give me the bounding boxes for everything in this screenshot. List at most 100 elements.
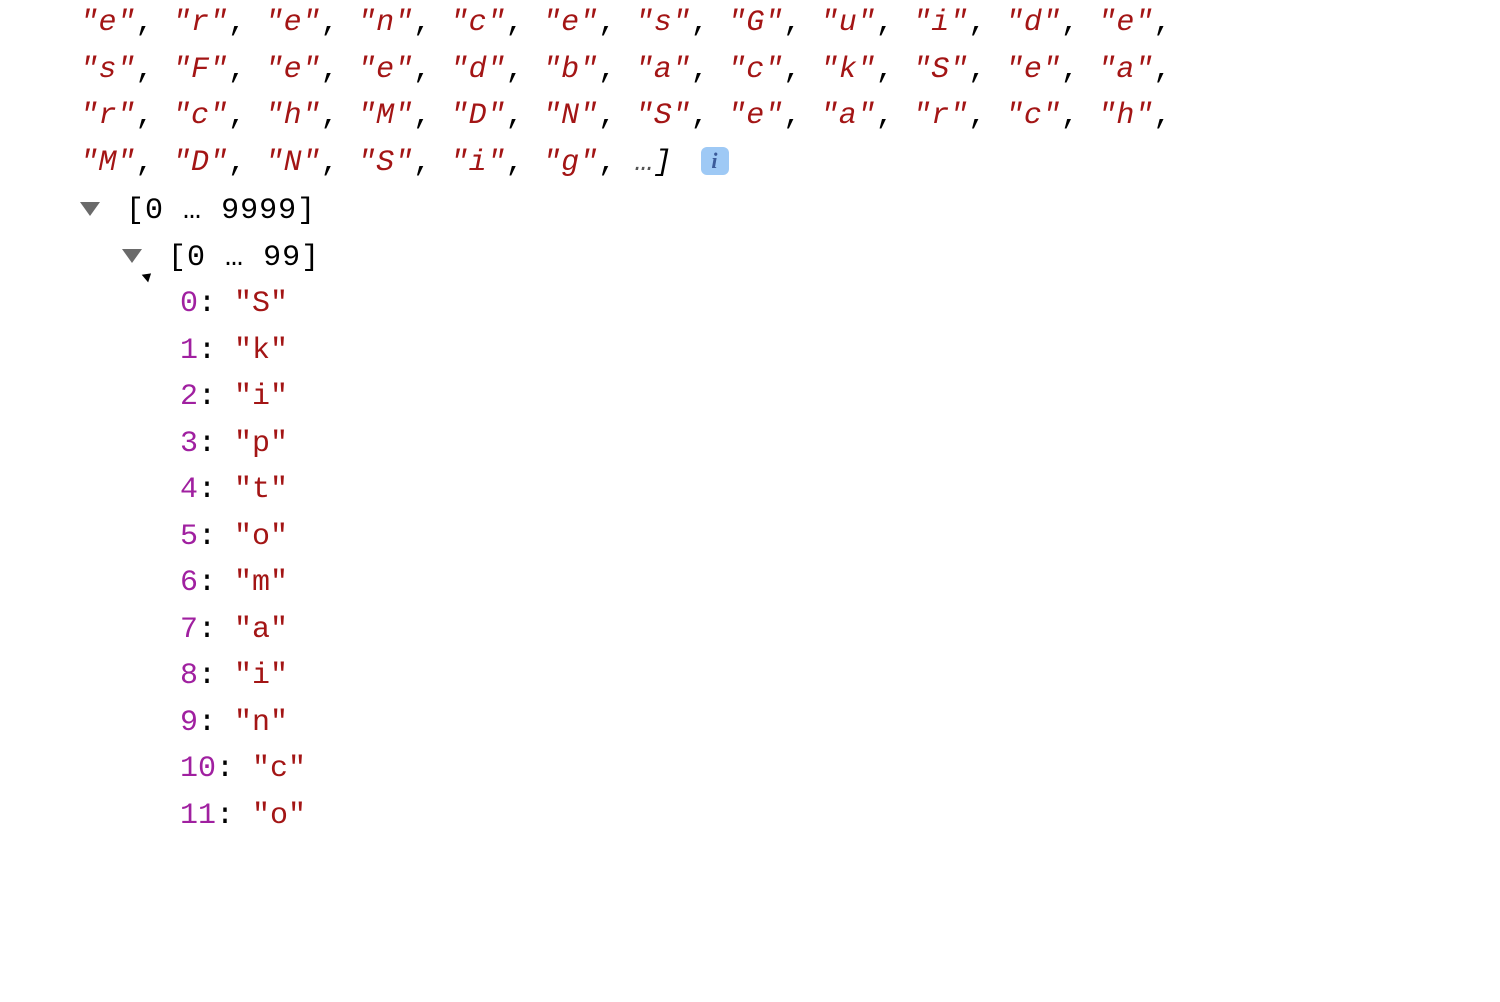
array-entry[interactable]: 5: "o" (180, 514, 1500, 561)
char-token: "D" (450, 99, 506, 133)
char-token: "e" (358, 53, 414, 87)
chevron-down-icon[interactable] (122, 249, 142, 263)
array-entry[interactable]: 6: "m" (180, 560, 1500, 607)
char-token: "e" (1005, 53, 1061, 87)
char-token: "r" (173, 6, 229, 40)
entry-value: "t" (234, 473, 288, 507)
entry-index: 7 (180, 613, 198, 647)
char-token: "u" (820, 6, 876, 40)
char-token: "D" (173, 146, 229, 180)
comma: , (598, 99, 635, 133)
char-token: "N" (543, 99, 599, 133)
colon: : (198, 427, 234, 461)
colon: : (198, 566, 234, 600)
comma: , (321, 53, 358, 87)
ellipsis: … (635, 146, 654, 180)
comma: , (783, 6, 820, 40)
array-entry[interactable]: 8: "i" (180, 653, 1500, 700)
info-icon[interactable]: i (701, 147, 729, 175)
preview-line: "M", "D", "N", "S", "i", "g", …] i (80, 140, 1500, 187)
comma: , (1153, 99, 1172, 133)
entry-index: 2 (180, 380, 198, 414)
comma: , (136, 146, 173, 180)
array-entry[interactable]: 11: "o" (180, 793, 1500, 840)
char-token: "b" (543, 53, 599, 87)
comma: , (506, 146, 543, 180)
comma: , (876, 6, 913, 40)
entry-index: 6 (180, 566, 198, 600)
char-token: "c" (450, 6, 506, 40)
char-token: "n" (358, 6, 414, 40)
entry-index: 8 (180, 659, 198, 693)
comma: , (1061, 6, 1098, 40)
comma: , (1061, 99, 1098, 133)
comma: , (876, 99, 913, 133)
entry-index: 0 (180, 287, 198, 321)
comma: , (968, 6, 1005, 40)
comma: , (968, 99, 1005, 133)
preview-line: "e", "r", "e", "n", "c", "e", "s", "G", … (80, 0, 1500, 47)
array-entry[interactable]: 1: "k" (180, 328, 1500, 375)
char-token: "i" (913, 6, 969, 40)
char-token: "c" (728, 53, 784, 87)
array-entry[interactable]: 7: "a" (180, 607, 1500, 654)
char-token: "M" (358, 99, 414, 133)
comma: , (506, 6, 543, 40)
preview-line: "r", "c", "h", "M", "D", "N", "S", "e", … (80, 93, 1500, 140)
comma: , (413, 53, 450, 87)
comma: , (136, 99, 173, 133)
entry-value: "i" (234, 659, 288, 693)
char-token: "d" (450, 53, 506, 87)
comma: , (413, 146, 450, 180)
comma: , (413, 6, 450, 40)
char-token: "r" (913, 99, 969, 133)
colon: : (198, 520, 234, 554)
comma: , (598, 6, 635, 40)
comma: , (1061, 53, 1098, 87)
entry-index: 4 (180, 473, 198, 507)
chevron-down-icon[interactable] (80, 202, 100, 216)
comma: , (136, 6, 173, 40)
char-token: "e" (543, 6, 599, 40)
colon: : (198, 613, 234, 647)
comma: , (1153, 53, 1172, 87)
array-entry[interactable]: 9: "n" (180, 700, 1500, 747)
entry-value: "n" (234, 706, 288, 740)
array-entry[interactable]: 2: "i" (180, 374, 1500, 421)
entry-index: 3 (180, 427, 198, 461)
colon: : (198, 659, 234, 693)
char-token: "S" (358, 146, 414, 180)
range-row-outer[interactable]: [0 … 9999] (80, 188, 1500, 235)
range-row-inner[interactable]: [0 … 99] (80, 235, 1500, 282)
comma: , (321, 146, 358, 180)
char-token: "h" (1098, 99, 1154, 133)
char-token: "e" (265, 53, 321, 87)
colon: : (216, 752, 252, 786)
char-token: "d" (1005, 6, 1061, 40)
entry-index: 5 (180, 520, 198, 554)
range-label-outer: [0 … 9999] (126, 194, 316, 228)
comma: , (968, 53, 1005, 87)
comma: , (598, 53, 635, 87)
entry-value: "c" (252, 752, 306, 786)
array-entry[interactable]: 3: "p" (180, 421, 1500, 468)
colon: : (198, 334, 234, 368)
char-token: "S" (635, 99, 691, 133)
array-entry[interactable]: 0: "S" (180, 281, 1500, 328)
colon: : (198, 473, 234, 507)
char-token: "i" (450, 146, 506, 180)
char-token: "h" (265, 99, 321, 133)
entry-index: 11 (180, 799, 216, 833)
char-token: "a" (635, 53, 691, 87)
array-entry[interactable]: 4: "t" (180, 467, 1500, 514)
colon: : (198, 380, 234, 414)
range-label-inner: [0 … 99] (168, 241, 320, 275)
array-entries: 0: "S"1: "k"2: "i"3: "p"4: "t"5: "o"6: "… (80, 281, 1500, 839)
comma: , (506, 53, 543, 87)
comma: , (783, 53, 820, 87)
array-entry[interactable]: 10: "c" (180, 746, 1500, 793)
comma: , (228, 53, 265, 87)
char-token: "M" (80, 146, 136, 180)
char-token: "e" (728, 99, 784, 133)
entry-value: "o" (252, 799, 306, 833)
